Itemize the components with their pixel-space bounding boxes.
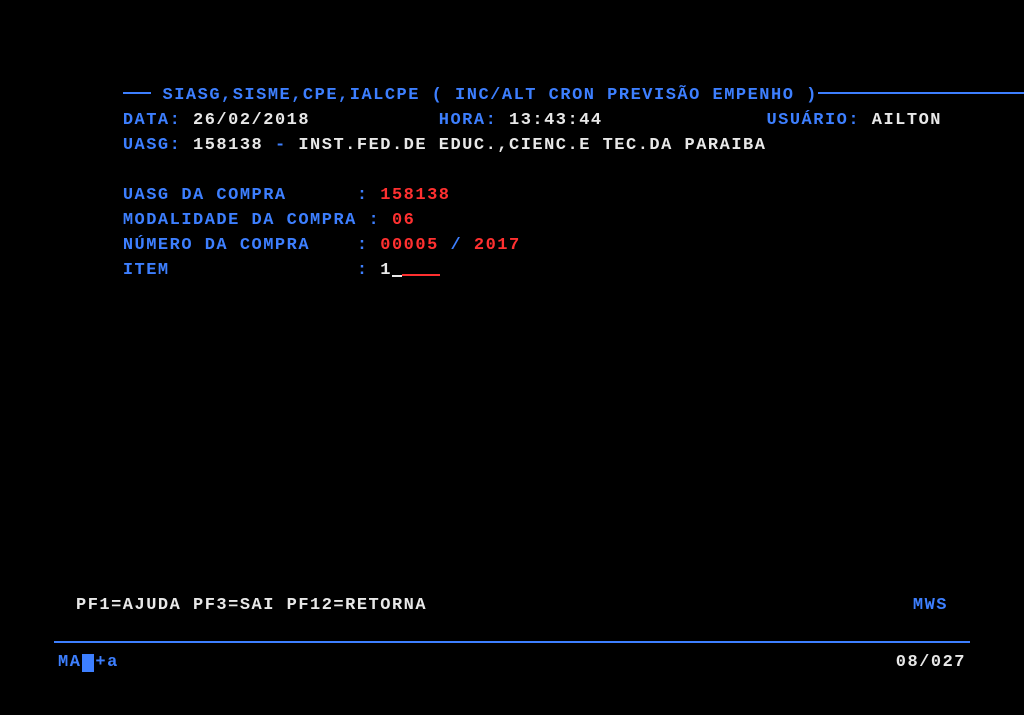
footer-right: MWS [913, 596, 948, 615]
numero-label: NÚMERO DA COMPRA : [123, 236, 369, 255]
data-label: DATA: [123, 111, 182, 130]
item-input-underline[interactable] [402, 274, 440, 276]
header-rule-right [818, 92, 1024, 94]
terminal-screen: SIASG,SISME,CPE,IALCPE ( INC/ALT CRON PR… [0, 0, 1024, 258]
status-position: 08/027 [896, 651, 966, 675]
footer: PF1=AJUDA PF3=SAI PF12=RETORNA MWS [76, 596, 948, 615]
status-rule [54, 641, 970, 643]
uasg-compra-value[interactable]: 158138 [380, 186, 450, 205]
data-value: 26/02/2018 [193, 111, 310, 130]
usuario-value: AILTON [872, 111, 942, 130]
usuario-label: USUÁRIO: [766, 111, 860, 130]
status-plus: + [95, 651, 107, 675]
status-block-icon [82, 654, 94, 672]
uasg-code: 158138 [193, 136, 263, 155]
pf-keys: PF1=AJUDA PF3=SAI PF12=RETORNA [76, 596, 427, 615]
item-label: ITEM : [123, 261, 369, 280]
status-bar: MA + a 08/027 [54, 641, 970, 675]
header-title: ( INC/ALT CRON PREVISÃO EMPENHO ) [432, 86, 818, 105]
item-value[interactable]: 1 [380, 261, 392, 280]
header-rule-left [123, 92, 151, 94]
uasg-compra-label: UASG DA COMPRA : [123, 186, 369, 205]
uasg-name: INST.FED.DE EDUC.,CIENC.E TEC.DA PARAIBA [298, 136, 766, 155]
numero-sep: / [450, 236, 462, 255]
cursor[interactable] [392, 275, 402, 277]
modalidade-label: MODALIDADE DA COMPRA : [123, 211, 380, 230]
field-uasg-compra: UASG DA COMPRA : 158138 [76, 158, 1024, 183]
numero-value[interactable]: 00005 [380, 236, 439, 255]
status-ma: MA [58, 651, 81, 675]
numero-year[interactable]: 2017 [474, 236, 521, 255]
header-path: SIASG,SISME,CPE,IALCPE [163, 86, 420, 105]
hora-value: 13:43:44 [509, 111, 603, 130]
header-line: SIASG,SISME,CPE,IALCPE ( INC/ALT CRON PR… [76, 58, 1024, 83]
modalidade-value[interactable]: 06 [392, 211, 415, 230]
status-a: a [107, 651, 119, 675]
uasg-label: UASG: [123, 136, 182, 155]
uasg-dash: - [275, 136, 287, 155]
hora-label: HORA: [439, 111, 498, 130]
